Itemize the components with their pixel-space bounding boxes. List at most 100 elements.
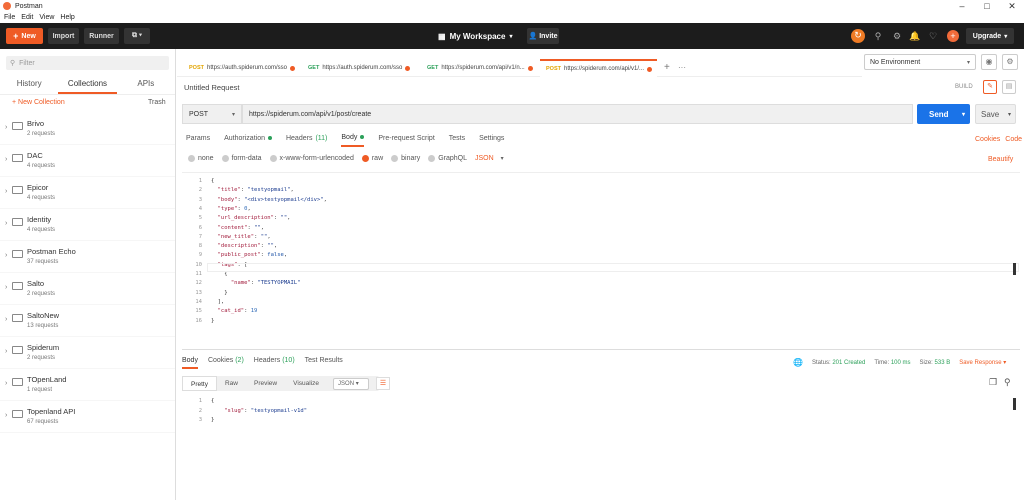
new-window-button[interactable]: ⧉ ▾ <box>124 28 150 44</box>
minimize-icon[interactable]: – <box>950 0 974 12</box>
eye-icon[interactable]: ◉ <box>981 54 997 70</box>
request-tab-active[interactable]: POST https://spiderum.com/api/v1/... <box>540 59 657 77</box>
url-input[interactable]: https://spiderum.com/api/v1/post/create <box>242 104 913 124</box>
save-button[interactable]: Save ▾ <box>975 104 1016 124</box>
list-item[interactable]: › SaltoNew 13 requests <box>0 305 175 337</box>
menu-file[interactable]: File <box>4 14 15 21</box>
avatar[interactable]: + <box>947 30 959 42</box>
menu-view[interactable]: View <box>39 14 54 21</box>
list-item[interactable]: › Topenland API 67 requests <box>0 401 175 433</box>
bell-icon[interactable]: 🔔 <box>909 30 921 42</box>
response-body[interactable]: 1 {2 "slug": "testyopmail-v1d" 3} <box>182 396 1012 436</box>
method-select[interactable]: POST ▾ <box>182 104 242 124</box>
mode-visualize[interactable]: Visualize <box>285 376 327 391</box>
radio-none[interactable]: none <box>188 155 214 162</box>
tab-apis[interactable]: APIs <box>117 75 175 94</box>
new-collection-button[interactable]: + New Collection <box>12 99 65 106</box>
list-item[interactable]: › Epicor 4 requests <box>0 177 175 209</box>
beautify-link[interactable]: Beautify <box>988 156 1013 163</box>
folder-icon <box>12 314 23 322</box>
doc-icon[interactable]: ▤ <box>1002 80 1016 94</box>
maximize-icon[interactable]: □ <box>975 0 999 12</box>
tab-tests[interactable]: Tests <box>449 133 465 147</box>
chevron-right-icon: › <box>5 252 8 259</box>
response-format-select[interactable]: JSON ▾ <box>333 377 370 390</box>
scrollbar[interactable] <box>1013 398 1016 410</box>
tab-authorization[interactable]: Authorization <box>224 133 272 147</box>
request-tab[interactable]: GET https://spiderum.com/api/v1/n... <box>421 59 538 77</box>
list-item[interactable]: › Postman Echo 37 requests <box>0 241 175 273</box>
invite-button[interactable]: 👤 Invite <box>527 28 559 44</box>
tab-headers[interactable]: Headers (11) <box>286 133 327 147</box>
radio-binary[interactable]: binary <box>391 155 420 162</box>
copy-icon[interactable]: ❐ <box>989 377 997 388</box>
list-item[interactable]: › DAC 4 requests <box>0 145 175 177</box>
request-name[interactable]: Untitled Request <box>184 83 239 92</box>
cookies-code-links: Cookies Code <box>975 136 1022 143</box>
code-line: "title": "testyopmail", <box>217 187 294 194</box>
more-icon[interactable]: ··· <box>678 63 686 72</box>
menu-help[interactable]: Help <box>60 14 74 21</box>
tab-settings[interactable]: Settings <box>479 133 504 147</box>
radio-urlencoded[interactable]: x-www-form-urlencoded <box>269 155 354 162</box>
tab-params[interactable]: Params <box>186 133 210 147</box>
heart-icon[interactable]: ♡ <box>927 30 939 42</box>
filter-input[interactable]: ⚲ Filter <box>6 56 169 70</box>
tab-pre-request-script[interactable]: Pre-request Script <box>378 133 434 147</box>
mode-preview[interactable]: Preview <box>246 376 285 391</box>
sync-icon[interactable]: ↻ <box>851 29 865 43</box>
chevron-right-icon: › <box>5 284 8 291</box>
list-item[interactable]: › Identity 4 requests <box>0 209 175 241</box>
mode-raw[interactable]: Raw <box>217 376 246 391</box>
tab-collections[interactable]: Collections <box>58 75 117 94</box>
folder-icon <box>12 250 23 258</box>
tab-test-results[interactable]: Test Results <box>305 357 343 369</box>
request-tab[interactable]: GET https://auth.spiderum.com/sso <box>302 59 419 77</box>
settings-icon[interactable]: ⚙ <box>891 30 903 42</box>
tab-response-body[interactable]: Body <box>182 357 198 369</box>
list-item[interactable]: › TOpenLand 1 request <box>0 369 175 401</box>
close-icon[interactable]: ✕ <box>1000 0 1024 12</box>
menu-bar: File Edit View Help <box>0 12 1024 23</box>
upgrade-button[interactable]: Upgrade ▾ <box>966 28 1014 44</box>
workspace-selector[interactable]: ▦ My Workspace ▾ <box>438 28 512 44</box>
trash-button[interactable]: Trash <box>148 99 166 106</box>
radio-raw[interactable]: raw <box>361 155 383 162</box>
environment-select[interactable]: No Environment ▾ <box>864 54 976 70</box>
list-item[interactable]: › Salto 2 requests <box>0 273 175 305</box>
code-line: } <box>211 317 215 324</box>
new-button[interactable]: + New <box>6 28 43 44</box>
list-item[interactable]: › Brivo 2 requests <box>0 113 175 145</box>
tab-history[interactable]: History <box>0 75 58 94</box>
pencil-icon[interactable]: ✎ <box>983 80 997 94</box>
add-tab-icon[interactable]: + <box>664 62 670 73</box>
import-button[interactable]: Import <box>48 28 79 44</box>
code-line: { <box>211 178 215 184</box>
save-response-button[interactable]: Save Response ▾ <box>959 359 1006 366</box>
wrap-lines-icon[interactable]: ☰ <box>376 377 390 390</box>
code-link[interactable]: Code <box>1005 136 1022 143</box>
send-button[interactable]: Send ▾ <box>917 104 970 124</box>
search-icon[interactable]: ⚲ <box>1004 377 1011 388</box>
line-number: 11 <box>195 271 202 277</box>
list-item[interactable]: › Spiderum 2 requests <box>0 337 175 369</box>
body-format-select[interactable]: JSON ▾ <box>475 155 504 162</box>
tab-body[interactable]: Body <box>341 133 365 147</box>
line-number: 8 <box>198 243 202 250</box>
runner-button[interactable]: Runner <box>84 28 119 44</box>
code-line: "url_description": "", <box>217 215 291 222</box>
window-icon: ⧉ ▾ <box>132 32 142 39</box>
line-number: 10 <box>195 261 202 268</box>
tab-response-headers[interactable]: Headers (10) <box>254 357 295 369</box>
menu-edit[interactable]: Edit <box>21 14 33 21</box>
radio-graphql[interactable]: GraphQL <box>428 155 467 162</box>
cookies-link[interactable]: Cookies <box>975 136 1000 143</box>
chevron-down-icon: ▾ <box>966 59 970 66</box>
satellite-icon[interactable]: ⚲ <box>872 30 884 42</box>
gear-icon[interactable]: ⚙ <box>1002 54 1018 70</box>
mode-pretty[interactable]: Pretty <box>182 376 217 391</box>
tab-response-cookies[interactable]: Cookies (2) <box>208 357 244 369</box>
request-tab[interactable]: POST https://auth.spiderum.com/sso <box>183 59 300 77</box>
body-editor[interactable]: 1 {2 "title": "testyopmail", 3 "body": "<d… <box>182 172 1020 350</box>
radio-form-data[interactable]: form-data <box>221 155 262 162</box>
